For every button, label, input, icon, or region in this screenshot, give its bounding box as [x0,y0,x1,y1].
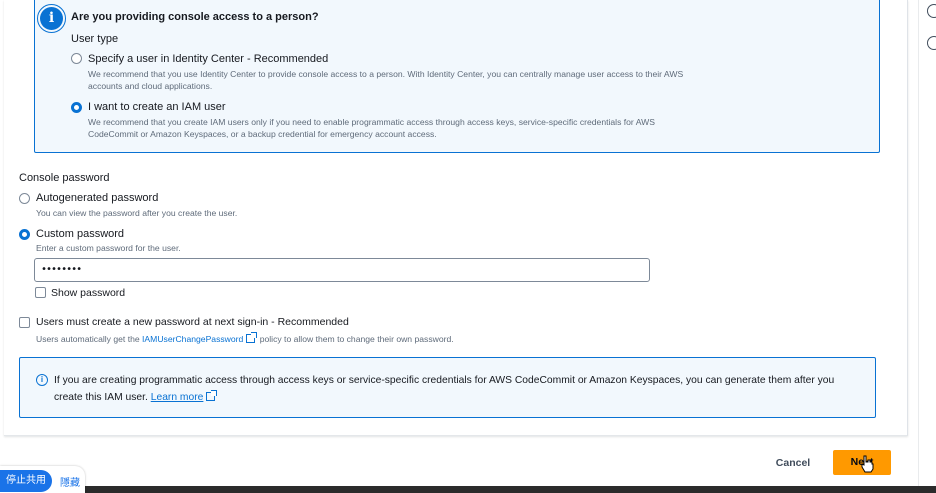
identity-center-option-label[interactable]: Specify a user in Identity Center - Reco… [88,53,328,65]
console-access-heading: Are you providing console access to a pe… [71,11,319,23]
policy-note-suffix: policy to allow them to change their own… [257,334,454,344]
help-panel-gutter [918,0,936,493]
show-password-label[interactable]: Show password [51,287,125,299]
iam-user-option-label[interactable]: I want to create an IAM user [88,101,226,113]
info-icon[interactable] [927,36,936,50]
require-reset-checkbox[interactable] [19,317,30,328]
autogenerated-password-description: You can view the password after you crea… [36,208,238,218]
identity-center-option-description: We recommend that you use Identity Cente… [88,69,684,91]
console-password-label: Console password [19,172,110,184]
iam-user-option-description: We recommend that you create IAM users o… [88,117,655,139]
radio-custom-password[interactable] [19,229,30,240]
user-type-label: User type [71,33,119,45]
require-reset-label[interactable]: Users must create a new password at next… [36,316,349,328]
radio-identity-center[interactable] [71,53,82,64]
info-icon: i [37,4,66,33]
radio-autogenerated-password[interactable] [19,193,30,204]
custom-password-input[interactable]: •••••••• [34,258,650,282]
cancel-button[interactable]: Cancel [762,452,824,474]
form-card: i Are you providing console access to a … [4,0,908,436]
programmatic-access-info-text: If you are creating programmatic access … [54,373,854,406]
stop-sharing-button[interactable]: 停止共用 [0,470,52,492]
hide-share-bar-link[interactable]: 隱藏 [60,474,80,489]
iam-user-change-password-link[interactable]: IAMUserChangePassword [142,334,243,344]
policy-note: Users automatically get the IAMUserChang… [36,332,454,344]
custom-password-label[interactable]: Custom password [36,228,124,240]
external-link-icon[interactable] [246,332,258,343]
custom-password-description: Enter a custom password for the user. [36,243,181,253]
taskbar-strip [85,486,936,493]
info-icon[interactable] [927,4,936,18]
external-link-icon[interactable] [206,389,218,401]
policy-note-prefix: Users automatically get the [36,334,143,344]
console-access-info-box: i Are you providing console access to a … [34,0,880,153]
info-circle-icon: i [36,374,48,386]
screen-share-bar: 停止共用 隱藏 [0,466,85,493]
radio-iam-user[interactable] [71,102,82,113]
create-user-page: i Are you providing console access to a … [0,0,936,493]
programmatic-access-info-box: i If you are creating programmatic acces… [19,357,876,418]
autogenerated-password-label[interactable]: Autogenerated password [36,192,158,204]
learn-more-link[interactable]: Learn more [151,392,204,403]
show-password-checkbox[interactable] [35,287,46,298]
hand-cursor-icon [861,455,874,473]
